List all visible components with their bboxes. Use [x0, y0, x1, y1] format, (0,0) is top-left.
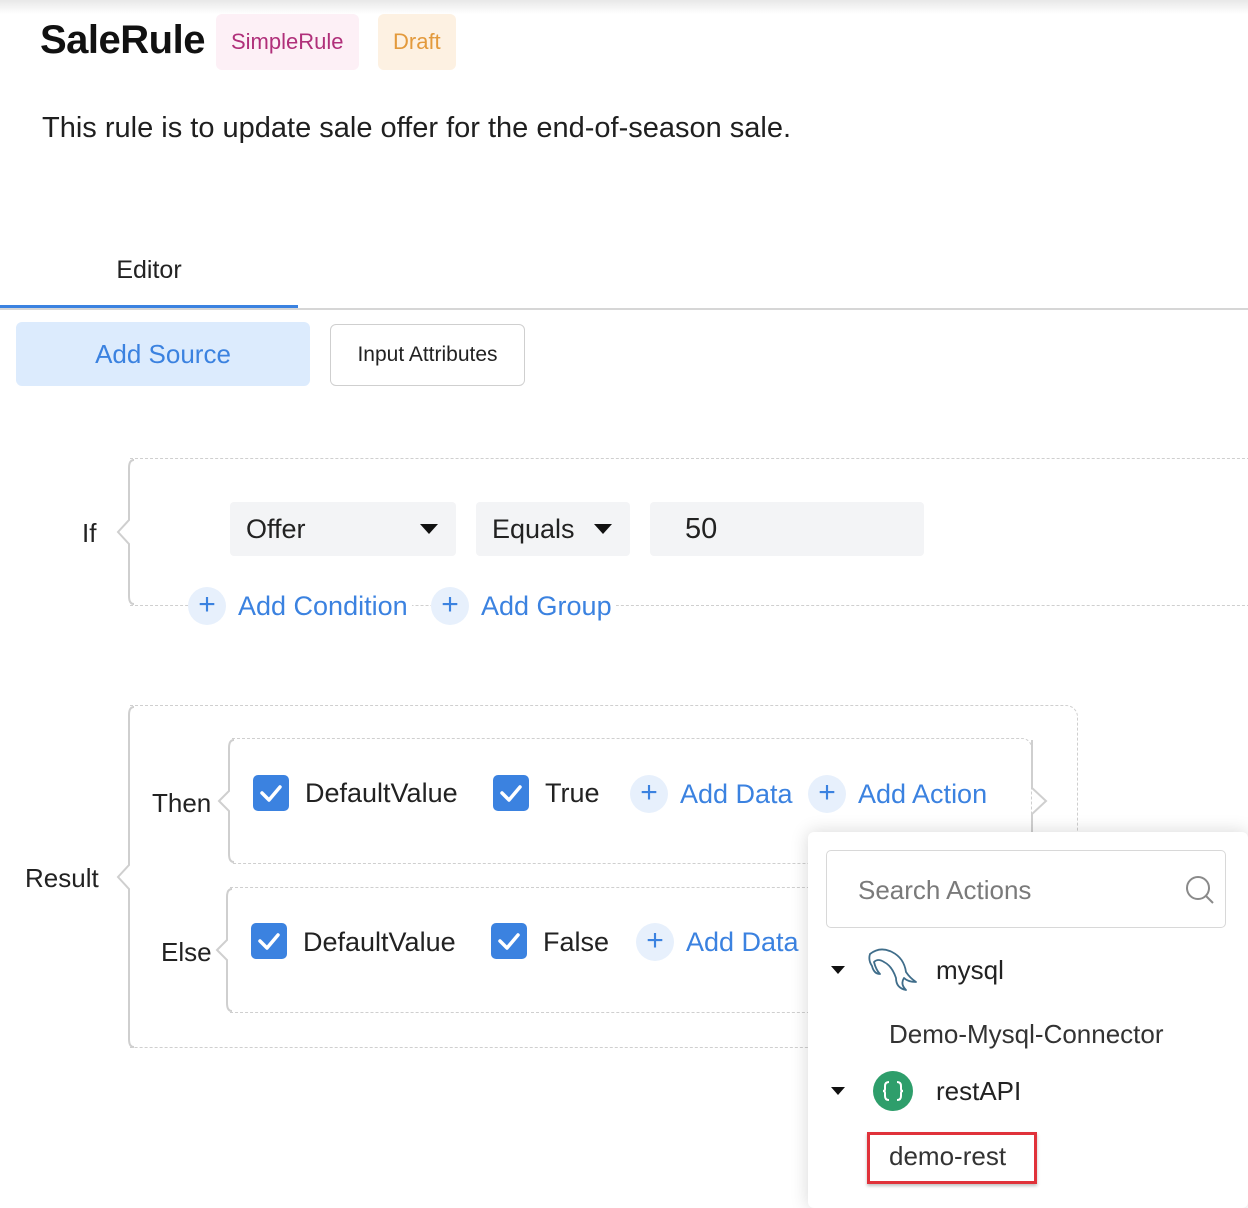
restapi-group-label[interactable]: restAPI: [936, 1076, 1021, 1107]
checkmark-icon: [498, 933, 520, 950]
rule-status-badge: Draft: [378, 14, 456, 70]
chevron-down-icon: [420, 524, 438, 534]
top-shadow: [0, 0, 1248, 14]
rule-type-badge: SimpleRule: [216, 14, 359, 70]
plus-icon: +: [808, 775, 846, 813]
else-add-data-link[interactable]: + Add Data: [636, 922, 803, 962]
then-true-checkbox[interactable]: [493, 775, 529, 811]
condition-value-input[interactable]: 50: [650, 502, 924, 556]
plus-icon: +: [188, 587, 226, 625]
rule-title: SaleRule: [40, 18, 205, 62]
condition-attribute-select[interactable]: Offer: [230, 502, 456, 556]
demo-rest-highlight-box: [867, 1132, 1037, 1184]
tab-editor[interactable]: Editor: [0, 240, 298, 308]
plus-icon: +: [431, 587, 469, 625]
plus-icon: +: [630, 775, 668, 813]
search-actions-input[interactable]: [858, 866, 1168, 914]
rest-api-icon: [873, 1071, 913, 1111]
else-false-label: False: [543, 927, 610, 957]
else-false-checkbox[interactable]: [491, 923, 527, 959]
add-source-button[interactable]: Add Source: [16, 322, 310, 386]
rule-description: This rule is to update sale offer for th…: [42, 112, 792, 144]
mysql-dolphin-icon: [868, 948, 917, 991]
add-group-label: Add Group: [481, 590, 612, 621]
then-add-action-link[interactable]: + Add Action: [808, 774, 992, 814]
else-defaultvalue-checkbox[interactable]: [251, 923, 287, 959]
checkmark-icon: [500, 785, 522, 802]
checkmark-icon: [258, 933, 280, 950]
caret-down-icon[interactable]: [831, 1087, 845, 1095]
checkmark-icon: [260, 785, 282, 802]
tabs-divider: [0, 308, 1248, 310]
mysql-connector-item[interactable]: Demo-Mysql-Connector: [889, 1019, 1164, 1050]
input-attributes-button[interactable]: Input Attributes: [330, 324, 525, 386]
else-label: Else: [161, 937, 212, 967]
chevron-down-icon: [594, 524, 612, 534]
condition-value: 50: [685, 513, 718, 545]
then-label: Then: [152, 788, 212, 818]
add-group-link[interactable]: + Add Group: [431, 586, 616, 626]
then-true-label: True: [545, 778, 600, 808]
condition-attribute-value: Offer: [246, 514, 306, 544]
condition-operator-value: Equals: [492, 514, 575, 544]
then-defaultvalue-label: DefaultValue: [305, 778, 458, 808]
then-add-data-link[interactable]: + Add Data: [630, 774, 797, 814]
result-label: Result: [25, 863, 99, 893]
then-add-data-label: Add Data: [680, 778, 793, 809]
plus-icon: +: [636, 923, 674, 961]
else-add-data-label: Add Data: [686, 926, 799, 957]
condition-operator-select[interactable]: Equals: [476, 502, 630, 556]
then-defaultvalue-checkbox[interactable]: [253, 775, 289, 811]
mysql-group-label[interactable]: mysql: [936, 955, 1004, 986]
then-add-action-label: Add Action: [858, 778, 988, 809]
if-label: If: [82, 518, 97, 548]
search-icon[interactable]: [1184, 874, 1216, 906]
add-condition-label: Add Condition: [238, 590, 408, 621]
add-condition-link[interactable]: + Add Condition: [188, 586, 412, 626]
caret-down-icon[interactable]: [831, 966, 845, 974]
else-defaultvalue-label: DefaultValue: [303, 927, 456, 957]
